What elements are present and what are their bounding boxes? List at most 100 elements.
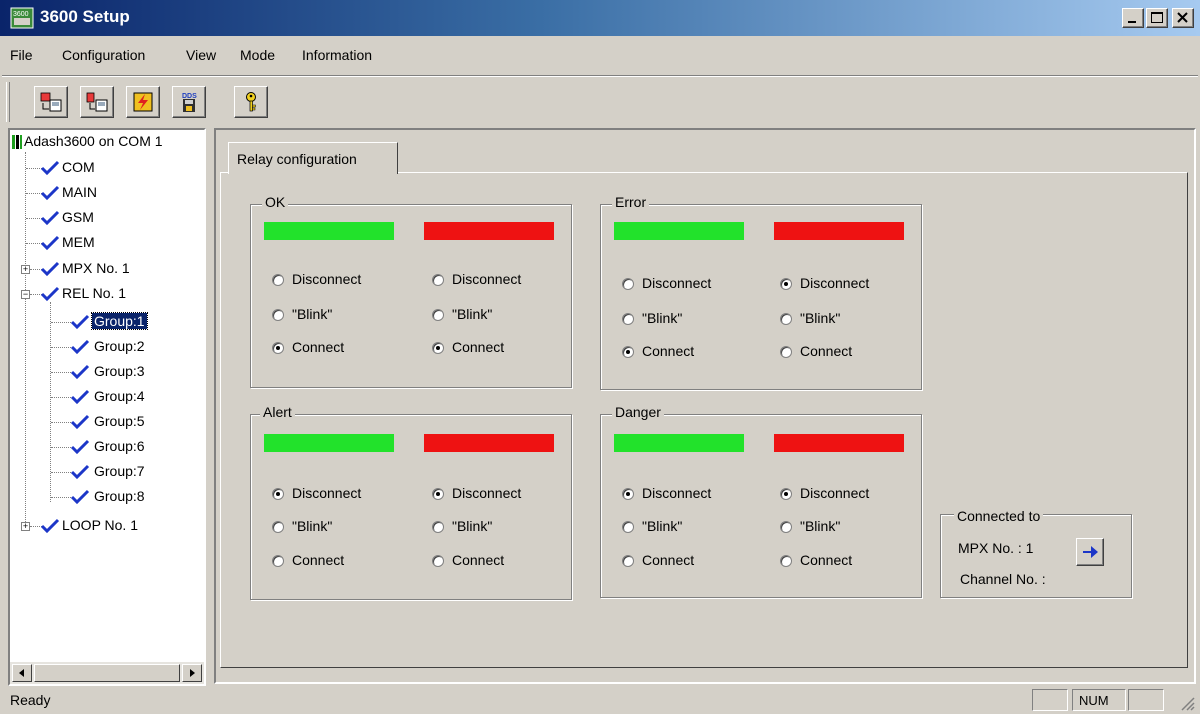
tree-item-loop[interactable]: LOOP No. 1 [62, 517, 138, 533]
tree-item-group-7[interactable]: Group:7 [94, 463, 145, 479]
group-ok-title: OK [262, 194, 289, 210]
error-green-blink-label[interactable]: "Blink" [642, 310, 682, 326]
minimize-button[interactable] [1122, 8, 1144, 28]
ok-green-blink-radio[interactable] [272, 309, 284, 321]
danger-red-blink-radio[interactable] [780, 521, 792, 533]
tree-item-group-2[interactable]: Group:2 [94, 338, 145, 354]
alert-red-disconnect-label[interactable]: Disconnect [452, 485, 521, 501]
expand-loop-icon[interactable]: + [21, 522, 30, 531]
ok-red-disconnect-label[interactable]: Disconnect [452, 271, 521, 287]
help-button[interactable] [234, 86, 268, 118]
danger-green-disconnect-radio[interactable] [622, 488, 634, 500]
disconnect-button[interactable] [80, 86, 114, 118]
tree-item-gsm[interactable]: GSM [62, 209, 94, 225]
danger-red-connect-radio[interactable] [780, 555, 792, 567]
tree-root[interactable]: Adash3600 on COM 1 [24, 133, 163, 149]
error-green-disconnect-radio[interactable] [622, 278, 634, 290]
close-button[interactable] [1172, 8, 1194, 28]
danger-green-connect-radio[interactable] [622, 555, 634, 567]
danger-red-blink-label[interactable]: "Blink" [800, 518, 840, 534]
scroll-thumb[interactable] [34, 664, 180, 682]
check-icon [40, 210, 60, 226]
alert-red-connect-radio[interactable] [432, 555, 444, 567]
danger-green-disconnect-label[interactable]: Disconnect [642, 485, 711, 501]
tree-item-group-8[interactable]: Group:8 [94, 488, 145, 504]
error-red-blink-radio[interactable] [780, 313, 792, 325]
alert-red-connect-label[interactable]: Connect [452, 552, 504, 568]
danger-green-blink-radio[interactable] [622, 521, 634, 533]
error-green-blink-radio[interactable] [622, 313, 634, 325]
ok-green-connect-radio[interactable] [272, 342, 284, 354]
device-tree[interactable]: Adash3600 on COM 1 + − + COM MAIN GSM ME… [8, 128, 206, 686]
ok-green-blink-label[interactable]: "Blink" [292, 306, 332, 322]
tree-item-com[interactable]: COM [62, 159, 95, 175]
tree-item-rel[interactable]: REL No. 1 [62, 285, 126, 301]
connect-button[interactable] [34, 86, 68, 118]
ok-red-connect-radio[interactable] [432, 342, 444, 354]
scroll-left-button[interactable] [12, 664, 32, 682]
danger-green-blink-label[interactable]: "Blink" [642, 518, 682, 534]
flash-button[interactable] [126, 86, 160, 118]
error-red-connect-label[interactable]: Connect [800, 343, 852, 359]
alert-green-connect-label[interactable]: Connect [292, 552, 344, 568]
scroll-right-button[interactable] [182, 664, 202, 682]
tree-item-group-4[interactable]: Group:4 [94, 388, 145, 404]
danger-red-disconnect-radio[interactable] [780, 488, 792, 500]
toolbar-grip[interactable] [6, 82, 10, 122]
error-green-connect-label[interactable]: Connect [642, 343, 694, 359]
tab-relay-configuration[interactable]: Relay configuration [228, 142, 398, 174]
collapse-rel-icon[interactable]: − [21, 290, 30, 299]
alert-green-disconnect-radio[interactable] [272, 488, 284, 500]
dds-save-button[interactable]: DDS [172, 86, 206, 118]
go-to-channel-button[interactable] [1076, 538, 1104, 566]
alert-green-connect-radio[interactable] [272, 555, 284, 567]
resize-grip-icon[interactable] [1176, 692, 1196, 712]
arrow-right-icon [1083, 546, 1098, 558]
ok-red-blink-label[interactable]: "Blink" [452, 306, 492, 322]
alert-red-disconnect-radio[interactable] [432, 488, 444, 500]
error-red-blink-label[interactable]: "Blink" [800, 310, 840, 326]
red-indicator-bar [424, 222, 554, 240]
danger-red-disconnect-label[interactable]: Disconnect [800, 485, 869, 501]
error-green-connect-radio[interactable] [622, 346, 634, 358]
tree-item-group-6[interactable]: Group:6 [94, 438, 145, 454]
tree-item-group-3[interactable]: Group:3 [94, 363, 145, 379]
tree-item-group-1[interactable]: Group:1 [91, 312, 148, 330]
green-indicator-bar [614, 434, 744, 452]
menu-file[interactable]: File [10, 47, 33, 63]
error-green-disconnect-label[interactable]: Disconnect [642, 275, 711, 291]
alert-green-blink-radio[interactable] [272, 521, 284, 533]
menu-configuration[interactable]: Configuration [62, 47, 145, 63]
tree-horizontal-scrollbar[interactable] [10, 662, 204, 684]
error-red-connect-radio[interactable] [780, 346, 792, 358]
alert-green-blink-label[interactable]: "Blink" [292, 518, 332, 534]
ok-red-disconnect-radio[interactable] [432, 274, 444, 286]
red-indicator-bar [774, 222, 904, 240]
menu-mode[interactable]: Mode [240, 47, 275, 63]
alert-red-blink-radio[interactable] [432, 521, 444, 533]
check-icon [70, 414, 90, 430]
danger-red-connect-label[interactable]: Connect [800, 552, 852, 568]
title-bar [0, 0, 1200, 36]
ok-green-disconnect-label[interactable]: Disconnect [292, 271, 361, 287]
tree-item-group-5[interactable]: Group:5 [94, 413, 145, 429]
tree-item-mpx[interactable]: MPX No. 1 [62, 260, 130, 276]
error-red-disconnect-radio[interactable] [780, 278, 792, 290]
tree-item-mem[interactable]: MEM [62, 234, 95, 250]
expand-mpx-icon[interactable]: + [21, 265, 30, 274]
maximize-button[interactable] [1146, 8, 1168, 28]
menu-information[interactable]: Information [302, 47, 372, 63]
menu-view[interactable]: View [186, 47, 216, 63]
alert-green-disconnect-label[interactable]: Disconnect [292, 485, 361, 501]
tree-item-main[interactable]: MAIN [62, 184, 97, 200]
ok-green-disconnect-radio[interactable] [272, 274, 284, 286]
ok-green-connect-label[interactable]: Connect [292, 339, 344, 355]
danger-green-connect-label[interactable]: Connect [642, 552, 694, 568]
error-red-disconnect-label[interactable]: Disconnect [800, 275, 869, 291]
alert-red-blink-label[interactable]: "Blink" [452, 518, 492, 534]
tree-selected-label: Group:1 [91, 312, 148, 330]
check-icon [40, 235, 60, 251]
ok-red-connect-label[interactable]: Connect [452, 339, 504, 355]
svg-text:3600: 3600 [13, 11, 29, 18]
ok-red-blink-radio[interactable] [432, 309, 444, 321]
